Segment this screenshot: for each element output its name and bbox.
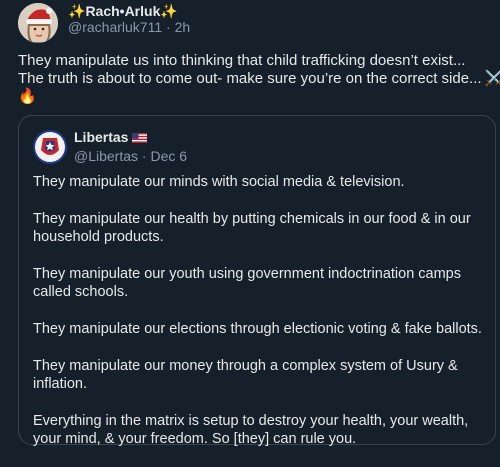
quoted-avatar[interactable]	[33, 130, 67, 164]
quoted-author-name[interactable]: Libertas	[74, 129, 128, 145]
post-time[interactable]: 2h	[175, 19, 191, 35]
sparkles-icon: ✨	[68, 3, 86, 19]
crossed-swords-icon: ⚔️	[484, 70, 500, 87]
post[interactable]: ✨Rach•Arluk✨ @racharluk711 · 2h They man…	[0, 0, 500, 447]
sparkles-icon: ✨	[160, 3, 178, 19]
author-name[interactable]: Rach•Arluk	[85, 3, 160, 19]
quoted-author-handle[interactable]: @Libertas	[74, 148, 138, 164]
quoted-paragraph: They manipulate our elections through el…	[33, 321, 482, 337]
quoted-post[interactable]: Libertas @Libertas · Dec 6 They manipula…	[18, 115, 496, 447]
us-flag-icon	[132, 133, 148, 143]
santa-hat-avatar-icon	[18, 3, 58, 43]
separator-dot: ·	[166, 19, 175, 35]
fire-icon: 🔥	[18, 88, 37, 105]
post-text-line: They manipulate us into thinking that ch…	[18, 52, 466, 69]
quoted-post-text: They manipulate our minds with social me…	[33, 173, 483, 467]
post-text-line: 🔥	[18, 88, 488, 106]
liberty-logo-icon	[33, 130, 67, 164]
quoted-paragraph: They manipulate our health by putting ch…	[33, 211, 471, 245]
quoted-post-date[interactable]: Dec 6	[150, 148, 187, 164]
quoted-author-meta: @Libertas · Dec 6	[74, 148, 187, 164]
quoted-paragraph: They manipulate our money through a comp…	[33, 358, 458, 392]
post-text-line: The truth is about to come out- make sur…	[18, 70, 500, 88]
author-name-row[interactable]: ✨Rach•Arluk✨	[68, 3, 178, 20]
quoted-paragraph: They manipulate our youth using governme…	[33, 266, 461, 300]
quoted-paragraph: They manipulate our minds with social me…	[33, 174, 405, 190]
quoted-paragraph: Everything in the matrix is setup to des…	[33, 413, 469, 447]
post-text: They manipulate us into thinking that ch…	[18, 52, 500, 106]
quoted-author-name-row[interactable]: Libertas	[74, 129, 148, 145]
author-meta: @racharluk711 · 2h	[68, 19, 190, 35]
avatar[interactable]	[18, 3, 58, 43]
author-handle[interactable]: @racharluk711	[68, 19, 162, 35]
